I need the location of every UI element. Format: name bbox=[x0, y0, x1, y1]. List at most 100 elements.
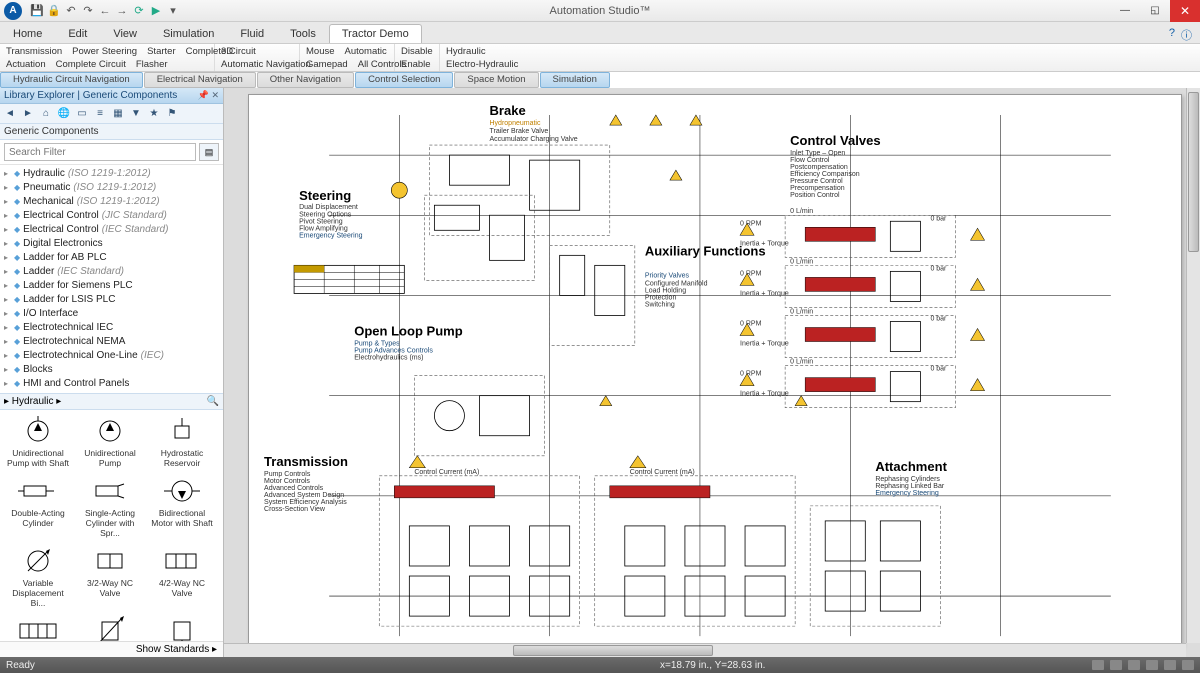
sb-icon[interactable] bbox=[1164, 660, 1176, 670]
rb-enable[interactable]: Enable bbox=[401, 58, 431, 71]
tb-home-icon[interactable]: ⌂ bbox=[38, 106, 54, 122]
pin-icon[interactable]: 📌 ✕ bbox=[198, 90, 219, 101]
component-thumb[interactable]: 4/2-Way NC Valve bbox=[146, 544, 218, 608]
tab-fluid[interactable]: Fluid bbox=[227, 24, 277, 43]
tb-tag-icon[interactable]: ⚑ bbox=[164, 106, 180, 122]
rb-electro-hydraulic[interactable]: Electro-Hydraulic bbox=[446, 58, 518, 71]
tree-node[interactable]: ▸◆Electrotechnical One-Line(IEC) bbox=[0, 349, 223, 363]
tree-node[interactable]: ▸◆Electrical Control(IEC Standard) bbox=[0, 223, 223, 237]
qat-dropdown-icon[interactable]: ▾ bbox=[166, 4, 180, 18]
component-thumb[interactable]: Unidirectional Pump bbox=[74, 414, 146, 468]
svg-text:Electrohydraulics (ms): Electrohydraulics (ms) bbox=[354, 355, 423, 362]
tree-node[interactable]: ▸◆HMI and Control Panels bbox=[0, 377, 223, 391]
rb-complete-circuit2[interactable]: Complete Circuit bbox=[56, 58, 126, 71]
sb-icon[interactable] bbox=[1182, 660, 1194, 670]
tree-node[interactable]: ▸◆Hydraulic(ISO 1219-1:2012) bbox=[0, 167, 223, 181]
sb-icon[interactable] bbox=[1110, 660, 1122, 670]
component-thumb[interactable]: Hydrostatic Reservoir bbox=[146, 414, 218, 468]
h-scrollbar[interactable] bbox=[224, 643, 1186, 657]
nav-other[interactable]: Other Navigation bbox=[257, 72, 354, 88]
nav-control-sel[interactable]: Control Selection bbox=[355, 72, 453, 88]
search-input[interactable] bbox=[4, 143, 196, 161]
tab-tractor-demo[interactable]: Tractor Demo bbox=[329, 24, 422, 43]
rb-gamepad[interactable]: Gamepad bbox=[306, 58, 348, 71]
refresh-icon[interactable]: ⟳ bbox=[132, 4, 146, 18]
tree-node[interactable]: ▸◆Electrotechnical IEC bbox=[0, 321, 223, 335]
nav-hydraulic[interactable]: Hydraulic Circuit Navigation bbox=[0, 72, 143, 88]
tb-filter-icon[interactable]: ▼ bbox=[128, 106, 144, 122]
tree-node[interactable]: ▸◆Electrical Control(JIC Standard) bbox=[0, 209, 223, 223]
nav-electrical[interactable]: Electrical Navigation bbox=[144, 72, 256, 88]
rb-auto-nav[interactable]: Automatic Navigation bbox=[221, 58, 311, 71]
tree-node[interactable]: ▸◆I/O Interface bbox=[0, 307, 223, 321]
rb-starter[interactable]: Starter bbox=[147, 45, 176, 58]
save-icon[interactable]: 💾 bbox=[30, 4, 44, 18]
tree-node[interactable]: ▸◆Ladder for AB PLC bbox=[0, 251, 223, 265]
minimize-button[interactable]: — bbox=[1110, 0, 1140, 22]
tb-fav-icon[interactable]: ★ bbox=[146, 106, 162, 122]
v-scroll-thumb[interactable] bbox=[1188, 92, 1199, 252]
forward-icon[interactable]: → bbox=[115, 4, 129, 18]
tab-tools[interactable]: Tools bbox=[277, 24, 329, 43]
tb-back-icon[interactable]: ◄ bbox=[2, 106, 18, 122]
rb-automatic[interactable]: Automatic bbox=[345, 45, 387, 58]
tab-view[interactable]: View bbox=[100, 24, 150, 43]
component-thumb[interactable]: Pressure Reducing Valve with Drain bbox=[146, 614, 218, 641]
nav-simulation[interactable]: Simulation bbox=[540, 72, 610, 88]
tree-node[interactable]: ▸◆Pneumatic(ISO 1219-1:2012) bbox=[0, 181, 223, 195]
tree-node[interactable]: ▸◆Digital Electronics bbox=[0, 237, 223, 251]
redo-icon[interactable]: ↷ bbox=[81, 4, 95, 18]
component-thumb[interactable]: Variable Relief Valve bbox=[74, 614, 146, 641]
tb-grid-icon[interactable]: ▦ bbox=[110, 106, 126, 122]
rb-power-steering[interactable]: Power Steering bbox=[72, 45, 137, 58]
tb-fwd-icon[interactable]: ► bbox=[20, 106, 36, 122]
tree-node[interactable]: ▸◆Electrotechnical NEMA bbox=[0, 335, 223, 349]
rb-flasher[interactable]: Flasher bbox=[136, 58, 168, 71]
component-thumb[interactable]: Double-Acting Cylinder bbox=[2, 474, 74, 538]
tab-home[interactable]: Home bbox=[0, 24, 55, 43]
sb-icon[interactable] bbox=[1128, 660, 1140, 670]
tree-node[interactable]: ▸◆Blocks bbox=[0, 363, 223, 377]
tree-node[interactable]: ▸◆Mechanical(ISO 1219-1:2012) bbox=[0, 195, 223, 209]
component-thumb[interactable]: Variable Displacement Bi... bbox=[2, 544, 74, 608]
component-thumb[interactable]: Unidirectional Pump with Shaft bbox=[2, 414, 74, 468]
nav-space-motion[interactable]: Space Motion bbox=[454, 72, 538, 88]
tab-edit[interactable]: Edit bbox=[55, 24, 100, 43]
search-icon[interactable]: 🔍 bbox=[207, 396, 219, 407]
tree-node[interactable]: ▸◆Ladder(IEC Standard) bbox=[0, 265, 223, 279]
search-options-button[interactable]: ▤ bbox=[199, 143, 219, 161]
sb-icon[interactable] bbox=[1146, 660, 1158, 670]
component-thumb[interactable]: Single-Acting Cylinder with Spr... bbox=[74, 474, 146, 538]
back-icon[interactable]: ← bbox=[98, 4, 112, 18]
rb-hydraulic[interactable]: Hydraulic bbox=[446, 45, 486, 58]
tb-globe-icon[interactable]: 🌐 bbox=[56, 106, 72, 122]
rb-3d[interactable]: 3D bbox=[221, 45, 233, 58]
component-thumb[interactable]: Bidirectional Motor with Shaft bbox=[146, 474, 218, 538]
rb-actuation[interactable]: Actuation bbox=[6, 58, 46, 71]
v-scrollbar[interactable] bbox=[1186, 88, 1200, 643]
sb-icon[interactable] bbox=[1092, 660, 1104, 670]
status-ready: Ready bbox=[6, 660, 35, 671]
tab-simulation[interactable]: Simulation bbox=[150, 24, 227, 43]
tree-node[interactable]: ▸◆Ladder for Siemens PLC bbox=[0, 279, 223, 293]
show-standards-link[interactable]: Show Standards ▸ bbox=[0, 641, 223, 657]
tb-doc-icon[interactable]: ▭ bbox=[74, 106, 90, 122]
tree-node[interactable]: ▸◆Ladder for LSIS PLC bbox=[0, 293, 223, 307]
library-breadcrumb[interactable]: ▸ Hydraulic ▸ 🔍 bbox=[0, 393, 223, 410]
tb-list-icon[interactable]: ≡ bbox=[92, 106, 108, 122]
help-icon[interactable]: ? bbox=[1169, 27, 1175, 43]
lock-icon[interactable]: 🔒 bbox=[47, 4, 61, 18]
schematic-svg[interactable]: Brake Hydropneumatic Trailer Brake Valve… bbox=[249, 95, 1181, 646]
info-icon[interactable]: ⓘ bbox=[1181, 27, 1192, 43]
component-thumb[interactable]: 3/2-Way NC Valve bbox=[74, 544, 146, 608]
play-icon[interactable]: ▶ bbox=[149, 4, 163, 18]
h-scroll-thumb[interactable] bbox=[513, 645, 713, 656]
component-thumb[interactable]: 4/3 - Electrically Controlled bbox=[2, 614, 74, 641]
rb-transmission[interactable]: Transmission bbox=[6, 45, 62, 58]
rb-mouse[interactable]: Mouse bbox=[306, 45, 335, 58]
rb-disable[interactable]: Disable bbox=[401, 45, 433, 58]
undo-icon[interactable]: ↶ bbox=[64, 4, 78, 18]
schematic-paper[interactable]: Brake Hydropneumatic Trailer Brake Valve… bbox=[248, 94, 1182, 647]
close-button[interactable]: ✕ bbox=[1170, 0, 1200, 22]
maximize-button[interactable]: ◱ bbox=[1140, 0, 1170, 22]
